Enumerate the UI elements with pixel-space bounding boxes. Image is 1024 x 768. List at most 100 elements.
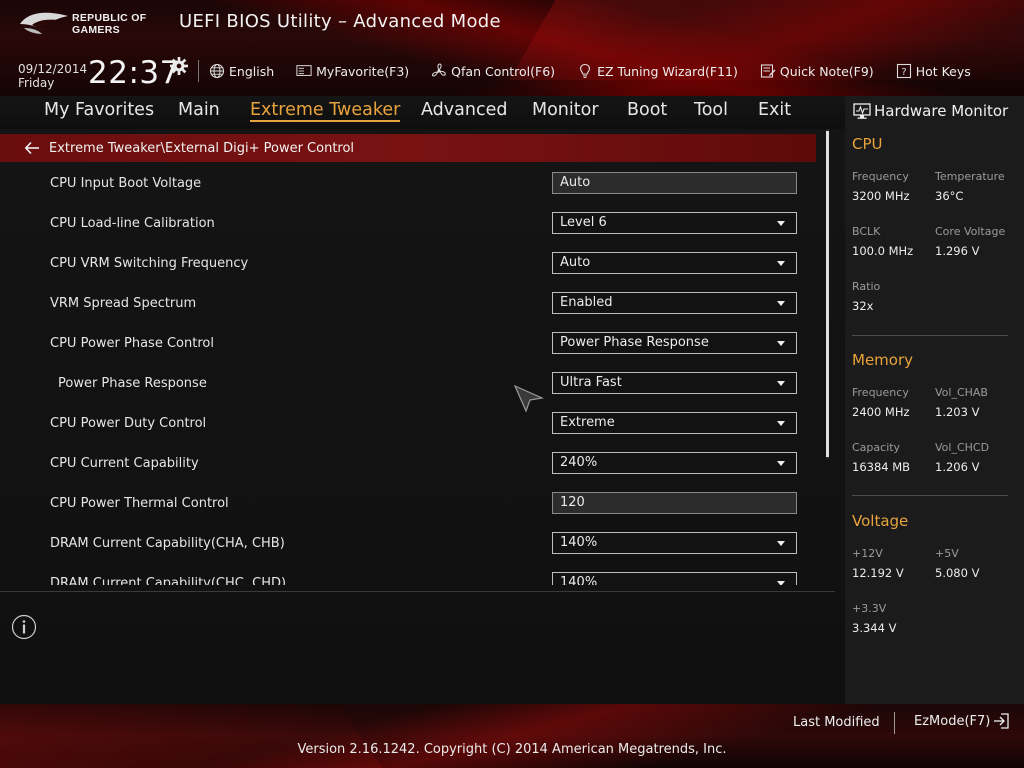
core-voltage-value: 1.296 V	[935, 244, 980, 258]
setting-row: CPU Current Capability 240%	[0, 445, 816, 485]
hardware-monitor-title: Hardware Monitor	[853, 101, 1008, 121]
setting-value: Enabled	[560, 295, 613, 310]
hot-keys-label: Hot Keys	[915, 63, 971, 79]
setting-value: 240%	[560, 455, 598, 470]
setting-value: Power Phase Response	[560, 335, 709, 350]
help-divider	[0, 591, 835, 592]
tab-my-favorites[interactable]: My Favorites	[44, 100, 154, 120]
cpu-section-title: CPU	[852, 135, 883, 153]
v33-value: 3.344 V	[852, 621, 897, 635]
cpu-temperature-value: 36°C	[935, 189, 964, 203]
date-text: 09/12/2014	[18, 62, 88, 76]
breadcrumb[interactable]: Extreme Tweaker\External Digi+ Power Con…	[0, 134, 816, 162]
setting-value: Extreme	[560, 415, 615, 430]
qfan-control-button[interactable]: Qfan Control(F6)	[431, 63, 555, 79]
back-arrow-icon[interactable]	[24, 141, 40, 155]
myfavorite-button[interactable]: MyFavorite(F3)	[296, 63, 409, 79]
setting-input[interactable]: 120	[552, 492, 797, 514]
v12-label: +12V	[852, 547, 883, 560]
tab-advanced[interactable]: Advanced	[421, 100, 507, 120]
hot-keys-button[interactable]: ? Hot Keys	[896, 63, 971, 79]
ezmode-button[interactable]: EzMode(F7)	[914, 713, 1010, 729]
v5-value: 5.080 V	[935, 566, 980, 580]
ez-tuning-wizard-label: EZ Tuning Wizard(F11)	[597, 63, 738, 79]
setting-input[interactable]: Auto	[552, 172, 797, 194]
ratio-value: 32x	[852, 299, 874, 313]
hardware-monitor-panel: Hardware Monitor CPU Frequency 3200 MHz …	[845, 96, 1024, 704]
scrollbar-thumb[interactable]	[826, 131, 829, 457]
hw-divider	[852, 335, 1008, 336]
cpu-frequency-value: 3200 MHz	[852, 189, 910, 203]
app-title: UEFI BIOS Utility – Advanced Mode	[179, 11, 501, 32]
vol-chab-value: 1.203 V	[935, 405, 980, 419]
myfavorite-label: MyFavorite(F3)	[316, 63, 410, 79]
memory-section-title: Memory	[852, 351, 914, 369]
setting-label: Power Phase Response	[58, 376, 207, 391]
v33-label: +3.3V	[852, 602, 887, 615]
tab-monitor[interactable]: Monitor	[532, 100, 599, 120]
dropdown-arrow-icon	[777, 261, 785, 266]
setting-row: CPU Power Duty Control Extreme	[0, 405, 816, 445]
myfavorite-icon	[296, 65, 312, 76]
v12-value: 12.192 V	[852, 566, 904, 580]
tab-tool[interactable]: Tool	[694, 100, 728, 120]
memory-frequency-value: 2400 MHz	[852, 405, 910, 419]
setting-row: CPU Input Boot Voltage Auto	[0, 165, 816, 205]
setting-dropdown[interactable]: Power Phase Response	[552, 332, 797, 354]
setting-value: 140%	[560, 575, 598, 585]
setting-label: DRAM Current Capability(CHC, CHD)	[50, 576, 287, 585]
dropdown-arrow-icon	[777, 221, 785, 226]
bclk-value: 100.0 MHz	[852, 244, 914, 258]
setting-dropdown[interactable]: Auto	[552, 252, 797, 274]
toolbar: English MyFavorite(F3) Qfan Control(F6)	[198, 60, 993, 82]
brand-line-2: GAMERS	[72, 24, 120, 36]
setting-value: Ultra Fast	[560, 375, 622, 390]
mouse-cursor-icon	[514, 384, 544, 413]
qfan-control-label: Qfan Control(F6)	[451, 63, 556, 79]
setting-dropdown[interactable]: Ultra Fast	[552, 372, 797, 394]
setting-value: Auto	[560, 255, 591, 270]
settings-list: CPU Input Boot Voltage Auto CPU Load-lin…	[0, 165, 816, 585]
last-modified-button[interactable]: Last Modified	[793, 715, 880, 730]
tab-extreme-tweaker[interactable]: Extreme Tweaker	[250, 100, 401, 122]
note-icon	[760, 64, 776, 78]
setting-row: CPU VRM Switching Frequency Auto	[0, 245, 816, 285]
hw-divider	[852, 495, 1008, 496]
header-bar: REPUBLIC OF GAMERS UEFI BIOS Utility – A…	[0, 0, 1024, 96]
version-text: Version 2.16.1242. Copyright (C) 2014 Am…	[297, 742, 727, 757]
footer-divider	[894, 712, 895, 734]
setting-label: CPU Input Boot Voltage	[50, 176, 202, 191]
tab-exit[interactable]: Exit	[758, 100, 791, 120]
setting-dropdown[interactable]: Level 6	[552, 212, 797, 234]
language-label: English	[229, 63, 275, 79]
setting-dropdown[interactable]: 140%	[552, 532, 797, 554]
dropdown-arrow-icon	[777, 581, 785, 585]
tab-main[interactable]: Main	[178, 100, 220, 120]
cpu-temperature-label: Temperature	[935, 170, 1005, 183]
breadcrumb-path: Extreme Tweaker\External Digi+ Power Con…	[49, 140, 355, 156]
day-text: Friday	[18, 76, 55, 90]
tab-boot[interactable]: Boot	[627, 100, 667, 120]
quick-note-button[interactable]: Quick Note(F9)	[760, 63, 874, 79]
main-menu: My Favorites Main Extreme Tweaker Advanc…	[0, 96, 845, 129]
rog-eye-icon	[20, 12, 68, 34]
vol-chcd-label: Vol_CHCD	[935, 441, 990, 454]
ez-tuning-wizard-button[interactable]: EZ Tuning Wizard(F11)	[577, 63, 738, 79]
setting-dropdown[interactable]: Extreme	[552, 412, 797, 434]
setting-label: CPU Load-line Calibration	[50, 216, 215, 231]
settings-content: Extreme Tweaker\External Digi+ Power Con…	[0, 129, 845, 704]
dropdown-arrow-icon	[777, 341, 785, 346]
setting-dropdown[interactable]: 240%	[552, 452, 797, 474]
setting-dropdown[interactable]: 140%	[552, 572, 797, 585]
hardware-monitor-label: Hardware Monitor	[874, 102, 1009, 120]
setting-dropdown[interactable]: Enabled	[552, 292, 797, 314]
dropdown-arrow-icon	[777, 421, 785, 426]
gear-icon[interactable]	[170, 57, 188, 75]
memory-frequency-label: Frequency	[852, 386, 909, 399]
help-icon: ?	[896, 63, 911, 79]
language-button[interactable]: English	[209, 63, 274, 79]
footer-bar: Last Modified EzMode(F7) Version 2.16.12…	[0, 704, 1024, 768]
date-display: 09/12/2014 Friday	[18, 62, 87, 90]
ezmode-label: EzMode(F7)	[914, 713, 991, 729]
vol-chcd-value: 1.206 V	[935, 460, 980, 474]
